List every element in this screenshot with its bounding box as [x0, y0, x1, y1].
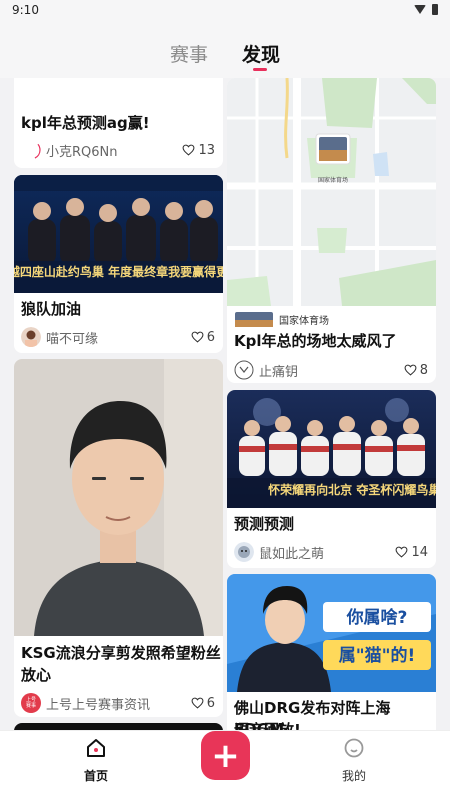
- post-card[interactable]: kpl年总预测ag赢! 小克RQ6Nn 13: [14, 78, 223, 168]
- nav-home[interactable]: 首页: [66, 737, 126, 784]
- image-caption: 怀荣耀再向北京 夺圣杯闪耀鸟巢!: [268, 482, 436, 497]
- tab-discover[interactable]: 发现: [242, 40, 280, 67]
- post-card[interactable]: 国家体育场 国家体育场 Kpl年总的场地太威风了 止痛钥 8: [227, 78, 436, 383]
- discover-feed[interactable]: kpl年总预测ag赢! 小克RQ6Nn 13 四座山赴约鸟巢 年度最终章我要赢得…: [0, 78, 450, 730]
- post-title-line-2: 放心: [21, 666, 52, 684]
- home-icon: [87, 739, 105, 757]
- like-count: 14: [411, 544, 428, 560]
- post-title-line-1: KSG流浪分享剪发照希望粉丝: [21, 644, 221, 662]
- post-image: 翱越四座山赴约鸟巢 年度最终章我要赢得更响: [14, 175, 223, 293]
- post-title: Kpl年总的场地太威风了: [234, 332, 397, 350]
- add-post-button[interactable]: +: [201, 731, 250, 780]
- heart-icon: [404, 364, 417, 376]
- post-title: 预测预测: [234, 515, 295, 533]
- avatar[interactable]: [234, 360, 254, 380]
- like-button[interactable]: 14: [395, 545, 428, 560]
- heart-icon: [182, 144, 195, 156]
- nav-me[interactable]: 我的: [324, 737, 384, 784]
- author-name[interactable]: 喵不可缘: [46, 328, 98, 347]
- status-bar: 9:10: [0, 0, 450, 22]
- post-card[interactable]: 你属啥? 属"猫"的! 佛山DRG发布对阵上海EDGM 语音回放!: [227, 574, 436, 730]
- heart-icon: [191, 331, 204, 343]
- like-count: 13: [198, 142, 215, 158]
- add-icon: +: [211, 735, 240, 776]
- like-button[interactable]: 13: [182, 143, 215, 158]
- post-image: 怀荣耀再向北京 夺圣杯闪耀鸟巢!: [227, 390, 436, 508]
- post-card[interactable]: [14, 723, 223, 730]
- post-card[interactable]: KSG流浪分享剪发照希望粉丝 放心 上号 赛事 上号上号赛事资讯 6: [14, 359, 223, 717]
- post-title: 狼队加油: [21, 300, 82, 318]
- wifi-icon: [414, 5, 426, 14]
- active-tab-indicator: [253, 68, 267, 71]
- like-count: 8: [419, 362, 428, 378]
- author-name[interactable]: 止痛钥: [259, 361, 298, 380]
- avatar[interactable]: [234, 542, 254, 562]
- post-title: kpl年总预测ag赢!: [21, 114, 150, 132]
- nav-home-label: 首页: [83, 769, 108, 783]
- like-count: 6: [206, 329, 215, 345]
- image-text-2: 属"猫"的!: [339, 645, 415, 666]
- map-image: 国家体育场: [227, 78, 436, 306]
- post-meta: 上号 赛事 上号上号赛事资讯 6: [21, 692, 215, 714]
- like-button[interactable]: 8: [404, 363, 428, 378]
- profile-icon: [344, 738, 364, 758]
- top-tabs: 赛事 发现: [0, 22, 450, 78]
- author-name[interactable]: 上号上号赛事资讯: [46, 694, 150, 713]
- avatar[interactable]: [21, 327, 41, 347]
- post-card[interactable]: 怀荣耀再向北京 夺圣杯闪耀鸟巢! 预测预测 鼠如此之萌 14: [227, 390, 436, 568]
- post-image: [14, 359, 223, 636]
- map-location-label: 国家体育场: [318, 176, 348, 184]
- venue-name: 国家体育场: [279, 316, 329, 327]
- nav-me-label: 我的: [341, 769, 366, 783]
- heart-icon: [395, 546, 408, 558]
- image-text-1: 你属啥?: [346, 607, 408, 628]
- post-meta: 喵不可缘 6: [21, 326, 215, 348]
- venue-thumbnail: [235, 312, 273, 327]
- post-image: 你属啥? 属"猫"的!: [227, 574, 436, 692]
- bottom-nav: 首页 + 我的: [0, 730, 450, 800]
- avatar[interactable]: [21, 140, 41, 160]
- tab-events[interactable]: 赛事: [170, 40, 208, 67]
- like-button[interactable]: 6: [191, 696, 215, 711]
- like-button[interactable]: 6: [191, 330, 215, 345]
- post-title-line-2: 语音回放!: [234, 721, 301, 730]
- post-meta: 止痛钥 8: [234, 359, 428, 381]
- post-meta: 小克RQ6Nn 13: [21, 139, 215, 161]
- like-count: 6: [206, 695, 215, 711]
- author-name[interactable]: 鼠如此之萌: [259, 543, 324, 562]
- image-caption: 翱越四座山赴约鸟巢 年度最终章我要赢得更响: [14, 264, 223, 279]
- post-meta: 鼠如此之萌 14: [234, 541, 428, 563]
- status-time: 9:10: [12, 3, 39, 17]
- avatar[interactable]: 上号 赛事: [21, 693, 41, 713]
- heart-icon: [191, 697, 204, 709]
- battery-icon: [432, 4, 438, 15]
- author-name[interactable]: 小克RQ6Nn: [46, 141, 118, 160]
- venue-tag[interactable]: 国家体育场: [235, 312, 329, 327]
- avatar-text: 上号 赛事: [25, 697, 36, 709]
- status-icons: [414, 4, 438, 15]
- post-card[interactable]: 翱越四座山赴约鸟巢 年度最终章我要赢得更响 狼队加油 喵不可缘 6: [14, 175, 223, 353]
